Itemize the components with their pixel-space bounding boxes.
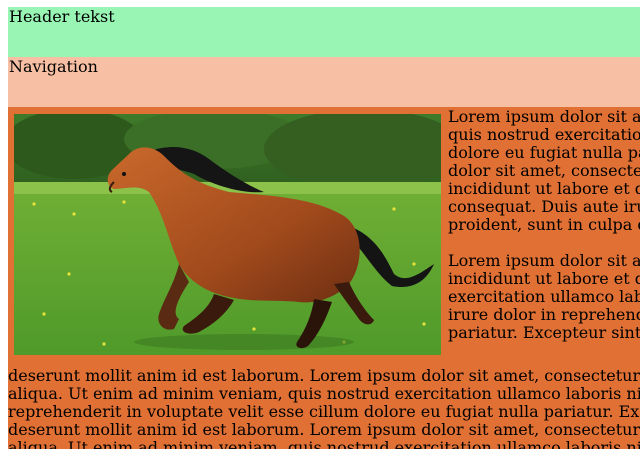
bottom-text-block: deserunt mollit anim id est laborum. Lor… bbox=[8, 367, 640, 449]
main-content: Lorem ipsum dolor sit amet, c quis nostr… bbox=[8, 107, 640, 449]
side-paragraph-1: Lorem ipsum dolor sit amet, c quis nostr… bbox=[448, 108, 640, 234]
side-line: consequat. Duis aute irure dolo bbox=[448, 197, 640, 216]
navigation-bar: Navigation bbox=[8, 57, 640, 107]
horse-image-graphic bbox=[14, 114, 441, 355]
side-line: incididunt ut labore et dolore r bbox=[448, 269, 640, 288]
side-line: pariatur. Excepteur sint occaec bbox=[448, 323, 640, 342]
navigation-text: Navigation bbox=[9, 57, 98, 76]
side-text-block: Lorem ipsum dolor sit amet, c quis nostr… bbox=[448, 108, 640, 342]
bottom-line: aliqua. Ut enim ad minim veniam, quis no… bbox=[8, 384, 640, 403]
side-line: quis nostrud exercitation ullan bbox=[448, 125, 640, 144]
side-line: Lorem ipsum dolor sit amet, c bbox=[448, 107, 640, 126]
side-line: incididunt ut labore et dolore r bbox=[448, 179, 640, 198]
bottom-line: deserunt mollit anim id est laborum. Lor… bbox=[8, 420, 640, 439]
side-line: dolore eu fugiat nulla pariatur. bbox=[448, 143, 640, 162]
page-header: Header tekst bbox=[8, 7, 640, 57]
bottom-line: deserunt mollit anim id est laborum. Lor… bbox=[8, 366, 640, 385]
side-line: dolor sit amet, consectetur adi bbox=[448, 161, 640, 180]
side-line: Lorem ipsum dolor sit amet, c bbox=[448, 251, 640, 270]
header-text: Header tekst bbox=[9, 7, 115, 26]
side-line: irure dolor in reprehenderit in bbox=[448, 305, 640, 324]
horse-photo bbox=[14, 114, 441, 355]
side-paragraph-2: Lorem ipsum dolor sit amet, c incididunt… bbox=[448, 252, 640, 342]
side-line: exercitation ullamco laboris ni bbox=[448, 287, 640, 306]
bottom-line: reprehenderit in voluptate velit esse ci… bbox=[8, 402, 640, 421]
side-line: proident, sunt in culpa qui offi bbox=[448, 215, 640, 234]
bottom-line: aliqua. Ut enim ad minim veniam, quis no… bbox=[8, 438, 640, 449]
